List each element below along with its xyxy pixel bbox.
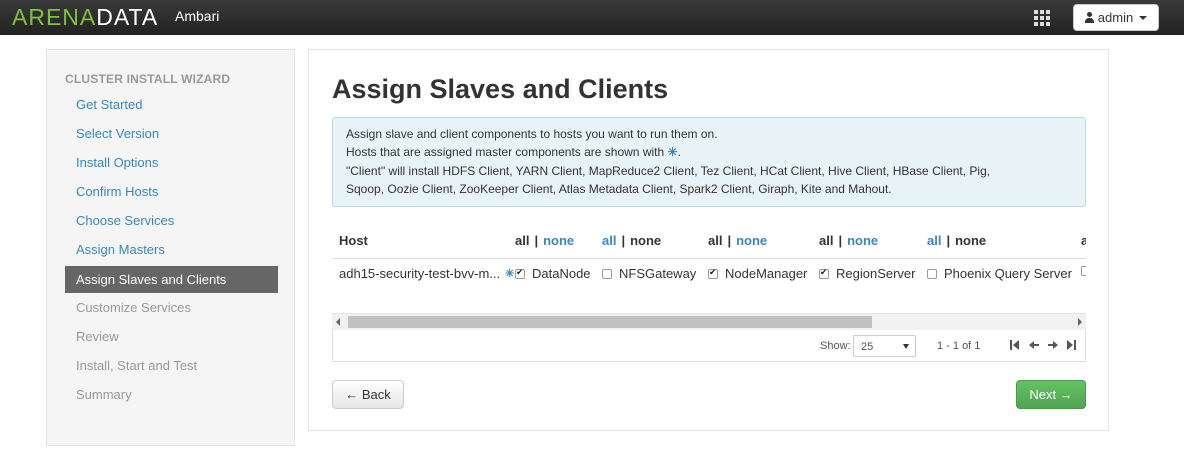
sidebar-item-assign-masters[interactable]: Assign Masters (65, 236, 278, 263)
back-button[interactable]: ← Back (332, 380, 404, 409)
scroll-left-icon[interactable] (336, 318, 340, 326)
next-page-icon[interactable] (1048, 340, 1058, 350)
select-all-link[interactable]: all (708, 233, 722, 248)
sidebar-item-choose-services[interactable]: Choose Services (65, 207, 278, 234)
info-line: Hosts that are assigned master component… (346, 143, 1072, 161)
master-component-icon: ✳ (667, 145, 678, 160)
page-size-value: 25 (861, 341, 874, 353)
column-header-regionserver: all | none (819, 233, 878, 248)
component-label: DataNode (532, 266, 591, 281)
scroll-right-icon[interactable] (1078, 318, 1082, 326)
master-component-icon: ✳ (505, 268, 515, 280)
info-line: "Client" will install HDFS Client, YARN … (346, 163, 991, 178)
info-line: Assign slave and client components to ho… (346, 127, 718, 141)
sidebar-item-summary: Summary (76, 387, 132, 402)
column-header-nfsgateway: all | none (602, 233, 661, 248)
show-label: Show: (820, 340, 851, 352)
brand-arena-text: ARENA (12, 4, 97, 30)
sidebar-title: CLUSTER INSTALL WIZARD (65, 72, 231, 86)
select-none-link[interactable]: none (736, 233, 767, 248)
sidebar-item-assign-slaves[interactable]: Assign Slaves and Clients (65, 266, 278, 293)
info-alert: Assign slave and client components to ho… (332, 117, 1086, 207)
component-label: NodeManager (725, 266, 808, 281)
cell-nodemanager[interactable]: NodeManager (708, 266, 807, 281)
views-grid-icon[interactable] (1034, 10, 1050, 26)
brand-logo[interactable]: ARENADATA (12, 3, 158, 31)
component-label: RegionServer (836, 266, 916, 281)
cut-checkbox[interactable] (1081, 266, 1086, 276)
sidebar-item-confirm-hosts[interactable]: Confirm Hosts (65, 178, 278, 205)
header-divider (332, 258, 1086, 259)
user-menu-button[interactable]: admin (1073, 4, 1159, 31)
wizard-sidebar: CLUSTER INSTALL WIZARD Get Started Selec… (46, 49, 295, 446)
select-all-link[interactable]: all (819, 233, 833, 248)
select-none-link[interactable]: none (955, 233, 986, 248)
select-none-link[interactable]: none (543, 233, 574, 248)
nodemanager-checkbox[interactable] (708, 267, 718, 279)
sidebar-item-install-options[interactable]: Install Options (65, 149, 278, 176)
user-icon (1084, 12, 1094, 23)
host-column-header: Host (339, 233, 368, 248)
separator: | (621, 233, 626, 248)
scrollbar-thumb[interactable] (348, 316, 872, 328)
page-title: Assign Slaves and Clients (332, 74, 669, 104)
sidebar-item-get-started[interactable]: Get Started (65, 91, 278, 118)
horizontal-scrollbar[interactable] (332, 313, 1086, 330)
column-header-phoenix: all | none (927, 233, 986, 248)
sidebar-item-customize-services: Customize Services (76, 300, 191, 315)
chevron-down-icon (903, 344, 909, 349)
separator: | (727, 233, 732, 248)
cell-nfsgateway[interactable]: NFSGateway (602, 266, 696, 281)
component-label: Phoenix Query Server (944, 266, 1072, 281)
phoenix-checkbox[interactable] (927, 268, 937, 279)
previous-page-icon[interactable] (1029, 340, 1039, 350)
sidebar-item-review: Review (76, 329, 119, 344)
datanode-checkbox[interactable] (515, 267, 525, 279)
cell-cut[interactable] (1081, 266, 1086, 276)
select-all-link[interactable]: all (515, 233, 529, 248)
app-name: Ambari (175, 8, 220, 24)
select-none-link[interactable]: none (847, 233, 878, 248)
cell-datanode[interactable]: DataNode (515, 266, 591, 281)
select-none-link[interactable]: none (630, 233, 661, 248)
chevron-down-icon (1139, 15, 1148, 20)
cell-regionserver[interactable]: RegionServer (819, 266, 916, 281)
table-pager: Show: 25 1 - 1 of 1 (332, 330, 1086, 362)
page-size-select[interactable]: 25 (853, 335, 916, 357)
separator: | (838, 233, 843, 248)
select-all-link[interactable]: all (602, 233, 616, 248)
sidebar-item-select-version[interactable]: Select Version (65, 120, 278, 147)
host-name: adh15-security-test-bvv-m... (339, 266, 501, 281)
cell-phoenix[interactable]: Phoenix Query Server (927, 266, 1072, 281)
user-menu-label: admin (1097, 10, 1134, 25)
info-line: Sqoop, Oozie Client, ZooKeeper Client, A… (346, 181, 892, 196)
column-header-datanode: all | none (515, 233, 574, 248)
info-text: . (677, 145, 681, 160)
column-header-cut[interactable]: a (1081, 233, 1086, 248)
column-header-nodemanager: all | none (708, 233, 767, 248)
last-page-icon[interactable] (1067, 340, 1077, 350)
regionserver-checkbox[interactable] (819, 267, 829, 279)
top-navbar: ARENADATA Ambari admin (0, 0, 1184, 35)
slaves-clients-table: Host all | none all | none all | none all | none… (332, 225, 1086, 313)
next-button[interactable]: Next → (1016, 380, 1086, 409)
nfsgateway-checkbox[interactable] (602, 268, 612, 279)
first-page-icon[interactable] (1010, 340, 1020, 350)
select-all-link[interactable]: all (927, 233, 941, 248)
sidebar-item-install-start-test: Install, Start and Test (76, 358, 198, 373)
component-label: NFSGateway (619, 266, 697, 281)
host-cell: adh15-security-test-bvv-m... ✳ (339, 266, 514, 281)
separator: | (946, 233, 951, 248)
main-panel: Assign Slaves and Clients Assign slave a… (308, 49, 1109, 431)
separator: | (534, 233, 539, 248)
page-range: 1 - 1 of 1 (937, 340, 981, 352)
info-text: Hosts that are assigned master component… (346, 145, 668, 160)
brand-data-text: DATA (96, 4, 159, 30)
